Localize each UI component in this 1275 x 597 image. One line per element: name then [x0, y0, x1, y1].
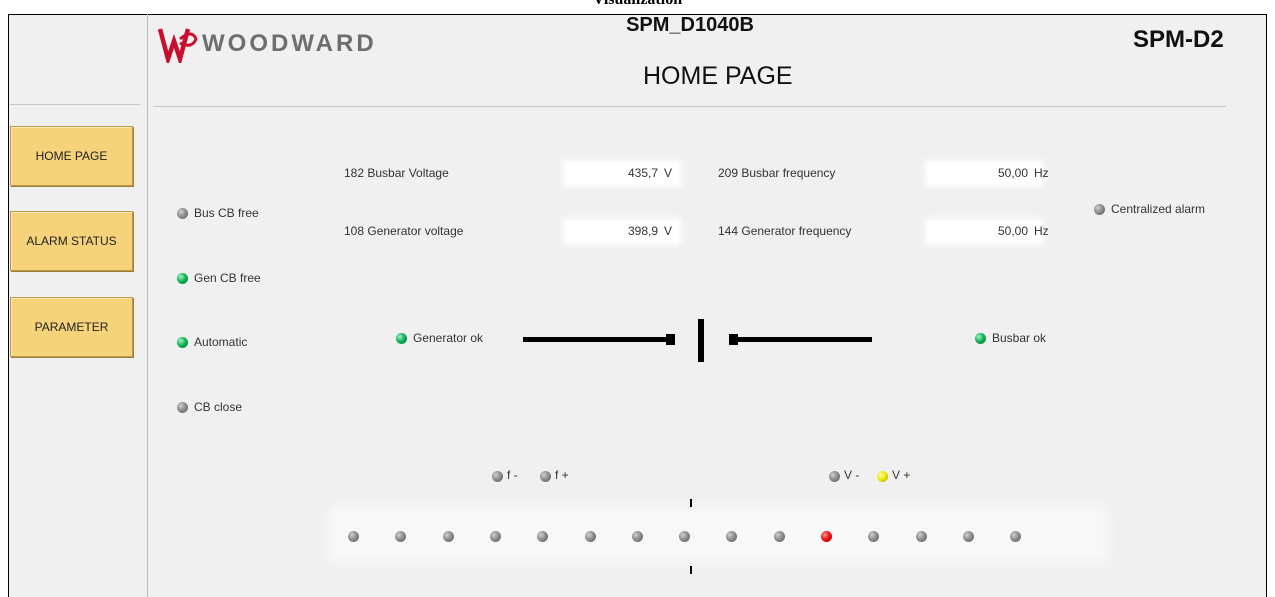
busbar-ok-lamp-icon	[975, 333, 986, 344]
model-name: SPM-D2	[1133, 26, 1224, 53]
nav-home-page-button[interactable]: HOME PAGE	[10, 126, 133, 186]
circuit-breaker-contact	[698, 319, 704, 362]
bus-cb-free-label: Bus CB free	[194, 206, 259, 220]
document-heading: Visualization	[0, 0, 1275, 9]
synchroscope-lamp-icon	[821, 531, 832, 542]
synchroscope-lamp-icon	[537, 531, 548, 542]
v-plus-label: V +	[892, 468, 911, 482]
generator-ok-label: Generator ok	[413, 331, 484, 345]
woodward-logo: WOODWARD	[158, 24, 377, 64]
v-plus-lamp-icon	[877, 471, 888, 482]
f-plus-lamp-icon	[540, 471, 551, 482]
synchroscope-lamp-icon	[395, 531, 406, 542]
synchroscope-lamp-icon	[868, 531, 879, 542]
generator-line-end	[666, 334, 675, 345]
busbar-voltage-label: 182 Busbar Voltage	[344, 166, 449, 180]
cb-close-label: CB close	[194, 400, 243, 414]
busbar-frequency-unit: Hz	[1034, 166, 1049, 180]
generator-voltage-value: 398,9	[627, 224, 658, 238]
v-minus-lamp-icon	[829, 471, 840, 482]
busbar-voltage-unit: V	[664, 166, 673, 180]
brand-name: WOODWARD	[202, 30, 377, 57]
nav-parameter-button[interactable]: PARAMETER	[10, 297, 133, 357]
bus-cb-free-lamp-icon	[177, 208, 188, 219]
nav-alarm-status-button[interactable]: ALARM STATUS	[10, 211, 133, 271]
centralized-alarm-lamp-icon	[1094, 204, 1105, 215]
synchroscope-lamp-icon	[916, 531, 927, 542]
synchroscope-lamp-icon	[963, 531, 974, 542]
generator-frequency-unit: Hz	[1034, 224, 1049, 238]
busbar-frequency-label: 209 Busbar frequency	[718, 166, 836, 180]
synchroscope-lamp-icon	[726, 531, 737, 542]
device-id: SPM_D1040B	[626, 14, 754, 36]
f-minus-label: f -	[507, 468, 518, 482]
synchroscope-lamp-icon	[443, 531, 454, 542]
automatic-lamp-icon	[177, 337, 188, 348]
synchroscope-bottom-marker	[690, 566, 692, 574]
synchroscope-lamp-icon	[1010, 531, 1021, 542]
gen-cb-free-lamp-icon	[177, 273, 188, 284]
generator-line	[523, 337, 673, 342]
busbar-line	[735, 337, 872, 342]
busbar-ok-label: Busbar ok	[992, 331, 1047, 345]
v-minus-label: V -	[844, 468, 860, 482]
cb-close-lamp-icon	[177, 402, 188, 413]
generator-voltage-unit: V	[664, 224, 673, 238]
generator-voltage-label: 108 Generator voltage	[344, 224, 464, 238]
generator-ok-lamp-icon	[396, 333, 407, 344]
woodward-w-icon	[158, 28, 198, 63]
busbar-frequency-value: 50,00	[997, 166, 1028, 180]
gen-cb-free-label: Gen CB free	[194, 271, 261, 285]
f-plus-label: f +	[555, 468, 569, 482]
synchroscope-lamp-icon	[348, 531, 359, 542]
synchroscope-top-marker	[690, 499, 692, 507]
synchroscope-lamp-icon	[679, 531, 690, 542]
f-minus-lamp-icon	[492, 471, 503, 482]
synchroscope-lamp-icon	[490, 531, 501, 542]
synchroscope-lamp-icon	[585, 531, 596, 542]
busbar-voltage-value: 435,7	[627, 166, 658, 180]
generator-frequency-label: 144 Generator frequency	[718, 224, 852, 238]
page-title: HOME PAGE	[643, 62, 793, 90]
sidebar-header-divider	[10, 104, 140, 105]
synchroscope-lamp-icon	[632, 531, 643, 542]
automatic-label: Automatic	[194, 335, 248, 349]
visualization-window	[8, 14, 1267, 597]
header-divider	[153, 106, 1226, 107]
synchroscope-lamp-icon	[774, 531, 785, 542]
sidebar-divider	[147, 14, 148, 597]
centralized-alarm-label: Centralized alarm	[1111, 202, 1206, 216]
generator-frequency-value: 50,00	[997, 224, 1028, 238]
